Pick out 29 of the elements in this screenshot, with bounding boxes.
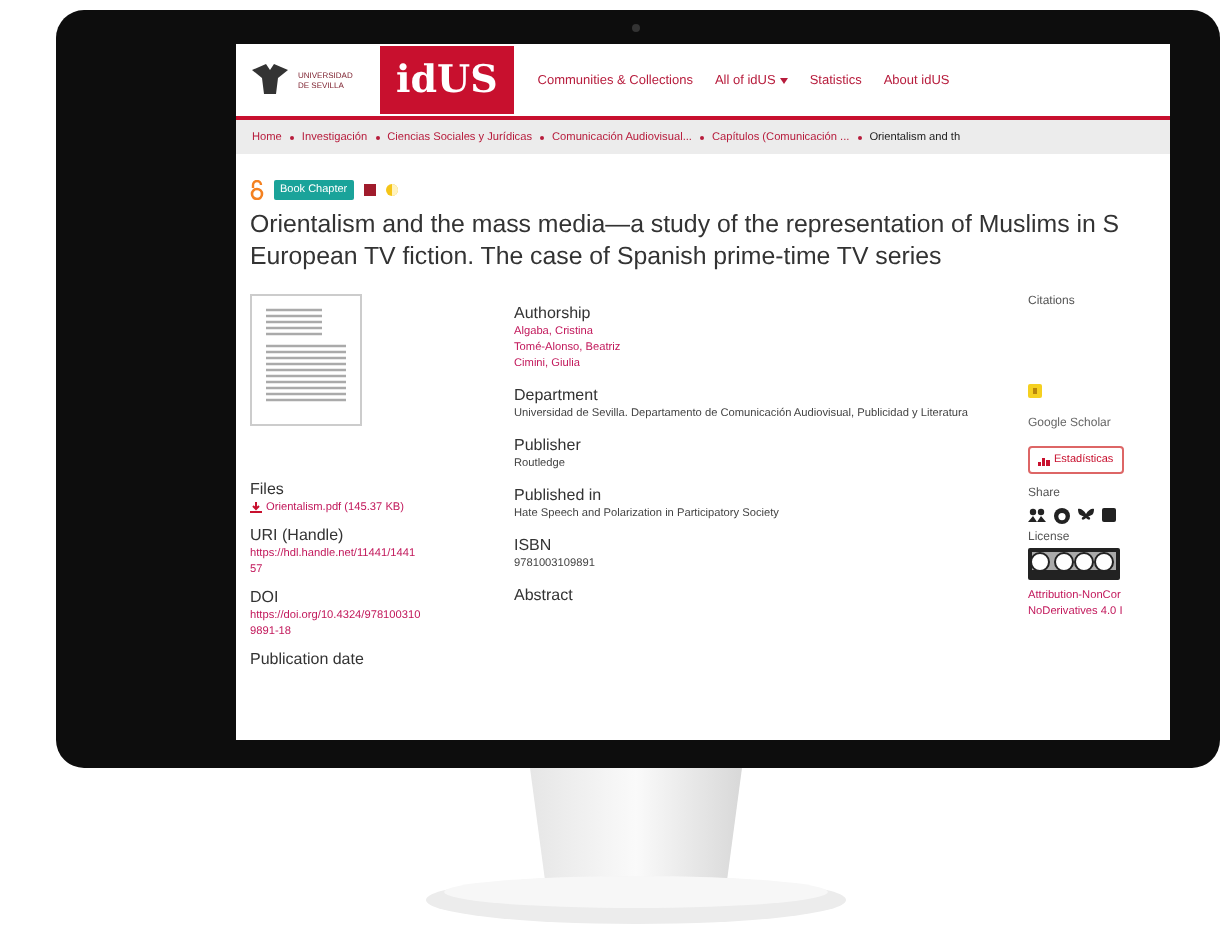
square-icon	[1028, 384, 1042, 398]
open-lock-icon	[250, 180, 264, 200]
breadcrumb-separator	[699, 135, 704, 139]
half-circle-icon	[385, 184, 398, 196]
section-label: Authorship	[514, 302, 593, 324]
breadcrumb-separator	[540, 135, 545, 139]
page-title: Orientalism and the mass media—a study of the representation of Muslims in S	[250, 208, 1120, 240]
document-thumbnail	[250, 294, 362, 426]
download-icon	[250, 502, 262, 514]
section-label: DOI	[250, 586, 281, 608]
page-title: European TV fiction. The case of Spanish prime-time TV series	[250, 240, 942, 272]
breadcrumb-separator	[857, 135, 862, 139]
camera-dot	[632, 24, 640, 32]
chart-icon	[1038, 455, 1050, 465]
brand-logo[interactable]: idUS	[380, 46, 514, 114]
section-label: URI (Handle)	[250, 524, 346, 546]
section-label: Published in	[514, 484, 604, 506]
section-label: Abstract	[514, 584, 575, 606]
license-badge-drawing	[1028, 548, 1120, 580]
section-label: Publication date	[250, 648, 366, 670]
section-label: Publisher	[514, 434, 583, 456]
section-label: Files	[250, 478, 286, 500]
section-label: ISBN	[514, 534, 554, 556]
people-icon[interactable]	[1028, 508, 1046, 522]
section-label: Department	[514, 384, 600, 406]
breadcrumb-separator	[375, 135, 380, 139]
breadcrumb-separator	[289, 135, 294, 139]
square-icon	[363, 184, 376, 196]
butterfly-icon[interactable]	[1078, 508, 1094, 522]
